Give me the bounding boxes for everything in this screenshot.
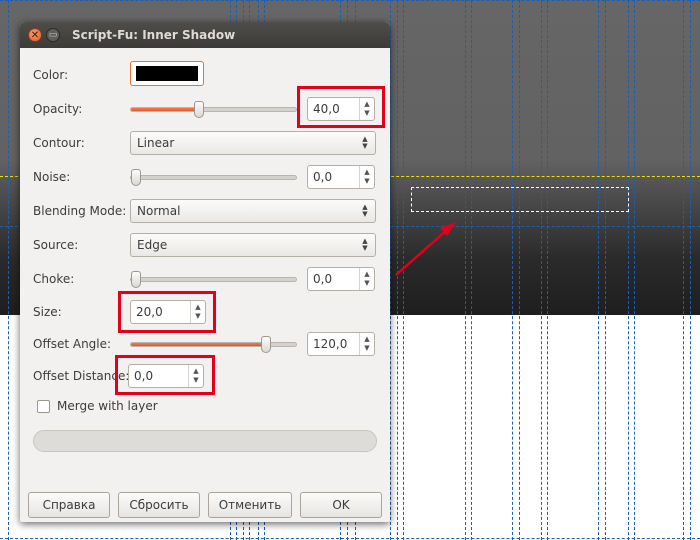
- ok-button[interactable]: OK: [300, 492, 382, 518]
- choke-label: Choke:: [33, 272, 75, 286]
- help-button[interactable]: Справка: [28, 492, 110, 518]
- chevron-updown-icon: ▲ ▼: [362, 237, 368, 252]
- guide-line: [683, 0, 684, 540]
- guide-line: [690, 0, 691, 540]
- size-label: Size:: [33, 305, 62, 319]
- guide-line: [605, 0, 606, 540]
- guide-line: [634, 0, 635, 540]
- blending-mode-label: Blending Mode:: [33, 204, 127, 218]
- offset-angle-spinbox[interactable]: 120,0 ▲ ▼: [307, 332, 375, 356]
- up-arrow-icon[interactable]: ▲: [360, 169, 374, 176]
- offset-angle-label: Offset Angle:: [33, 337, 112, 351]
- guide-line: [512, 0, 513, 540]
- guide-line: [519, 0, 520, 540]
- choke-row: Choke: 0,0 ▲ ▼: [20, 267, 390, 291]
- source-row: Source: Edge ▲ ▼: [20, 233, 390, 257]
- noise-slider-handle[interactable]: [131, 169, 141, 186]
- guide-line: [0, 538, 700, 539]
- highlight-box-size: [118, 291, 216, 333]
- chevron-updown-icon: ▲ ▼: [362, 135, 368, 150]
- guide-line: [628, 0, 629, 540]
- choke-slider-handle[interactable]: [131, 271, 141, 288]
- offset-angle-slider-fill: [131, 343, 267, 346]
- contour-dropdown[interactable]: Linear ▲ ▼: [130, 131, 376, 155]
- opacity-slider-handle[interactable]: [194, 101, 204, 118]
- choke-spinbox[interactable]: 0,0 ▲ ▼: [307, 267, 375, 291]
- offset-angle-value: 120,0: [313, 337, 348, 351]
- cancel-button[interactable]: Отменить: [208, 492, 292, 518]
- guide-line: [0, 0, 700, 1]
- title-bar[interactable]: ✕ ▭ Script-Fu: Inner Shadow: [20, 22, 390, 48]
- color-picker-button[interactable]: [130, 61, 204, 86]
- opacity-label: Opacity:: [33, 102, 83, 116]
- color-swatch: [136, 66, 198, 81]
- source-value: Edge: [137, 238, 168, 252]
- down-arrow-icon[interactable]: ▼: [360, 178, 374, 185]
- guide-line: [471, 0, 472, 540]
- blending-mode-dropdown[interactable]: Normal ▲ ▼: [130, 199, 376, 223]
- selection-rectangle: [411, 187, 629, 212]
- blending-mode-row: Blending Mode: Normal ▲ ▼: [20, 199, 390, 223]
- down-arrow-icon[interactable]: ▼: [360, 345, 374, 352]
- opacity-slider[interactable]: [130, 101, 297, 118]
- blending-mode-value: Normal: [137, 204, 181, 218]
- noise-value: 0,0: [313, 170, 333, 184]
- color-label: Color:: [33, 68, 69, 82]
- offset-angle-row: Offset Angle: 120,0 ▲ ▼: [20, 332, 390, 356]
- close-icon[interactable]: ✕: [28, 28, 42, 42]
- noise-row: Noise: 0,0 ▲ ▼: [20, 165, 390, 189]
- chevron-updown-icon: ▲ ▼: [362, 203, 368, 218]
- merge-with-layer-label[interactable]: Merge with layer: [57, 398, 158, 414]
- highlight-box-opacity: [297, 86, 385, 128]
- color-row: Color:: [20, 61, 390, 87]
- contour-row: Contour: Linear ▲ ▼: [20, 131, 390, 155]
- merge-with-layer-checkbox[interactable]: [37, 400, 50, 413]
- choke-slider[interactable]: [130, 271, 297, 288]
- red-arrow-annotation: [395, 222, 456, 276]
- minimize-icon[interactable]: ▭: [46, 28, 60, 42]
- source-dropdown[interactable]: Edge ▲ ▼: [130, 233, 376, 257]
- noise-label: Noise:: [33, 170, 71, 184]
- spin-buttons[interactable]: ▲ ▼: [359, 166, 374, 188]
- guide-line: [465, 0, 466, 540]
- guide-line: [598, 0, 599, 540]
- offset-angle-slider[interactable]: [130, 336, 297, 353]
- inner-shadow-dialog: ✕ ▭ Script-Fu: Inner Shadow Color: Opaci…: [20, 22, 390, 522]
- up-arrow-icon[interactable]: ▲: [360, 336, 374, 343]
- guide-line: [547, 0, 548, 540]
- down-arrow-icon[interactable]: ▼: [360, 280, 374, 287]
- choke-value: 0,0: [313, 272, 333, 286]
- offset-angle-slider-handle[interactable]: [261, 336, 271, 353]
- spin-buttons[interactable]: ▲ ▼: [359, 268, 374, 290]
- reset-button[interactable]: Сбросить: [118, 492, 200, 518]
- spin-buttons[interactable]: ▲ ▼: [359, 333, 374, 355]
- guide-line: [541, 0, 542, 540]
- contour-value: Linear: [137, 136, 175, 150]
- highlight-box-offset-distance: [115, 355, 215, 395]
- guide-line: [8, 0, 9, 540]
- dialog-title: Script-Fu: Inner Shadow: [72, 28, 236, 42]
- up-arrow-icon[interactable]: ▲: [360, 271, 374, 278]
- opacity-slider-fill: [131, 108, 201, 111]
- progress-bar: [33, 430, 377, 452]
- noise-slider[interactable]: [130, 169, 297, 186]
- contour-label: Contour:: [33, 136, 85, 150]
- source-label: Source:: [33, 238, 79, 252]
- noise-spinbox[interactable]: 0,0 ▲ ▼: [307, 165, 375, 189]
